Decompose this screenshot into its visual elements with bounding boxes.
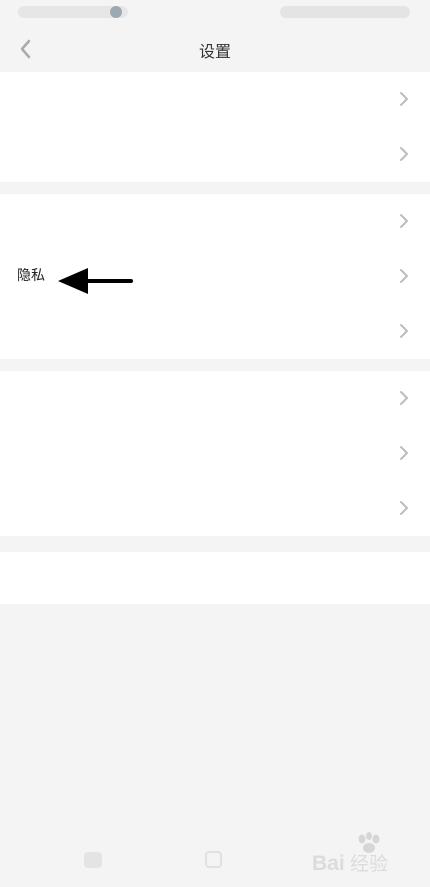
settings-row[interactable] xyxy=(0,426,430,481)
chevron-right-icon xyxy=(400,92,408,106)
settings-row[interactable] xyxy=(0,304,430,359)
nav-home-icon[interactable] xyxy=(205,851,222,868)
settings-row[interactable] xyxy=(0,127,430,182)
page-title: 设置 xyxy=(198,42,231,61)
header-bar: 设置 xyxy=(0,26,430,72)
baidu-jingyan-watermark: Bai 经验 xyxy=(312,832,388,875)
settings-row[interactable] xyxy=(0,371,430,426)
chevron-right-icon xyxy=(400,324,408,338)
settings-row[interactable] xyxy=(0,194,430,249)
nav-back-icon[interactable] xyxy=(84,852,102,868)
logout-button[interactable] xyxy=(0,552,430,604)
paw-icon xyxy=(358,832,380,853)
chevron-right-icon xyxy=(400,391,408,405)
chevron-right-icon xyxy=(400,446,408,460)
status-app-icon xyxy=(110,6,122,18)
status-right-info xyxy=(280,6,410,18)
svg-text:经验: 经验 xyxy=(350,853,388,875)
chevron-right-icon xyxy=(400,501,408,515)
settings-row-label: 隐私 xyxy=(17,268,45,284)
status-bar xyxy=(0,0,430,26)
settings-row[interactable] xyxy=(0,481,430,536)
chevron-right-icon xyxy=(400,214,408,228)
chevron-right-icon xyxy=(400,147,408,161)
chevron-right-icon xyxy=(400,269,408,283)
settings-row[interactable] xyxy=(0,72,430,127)
settings-group-3 xyxy=(0,371,430,536)
settings-group-1 xyxy=(0,72,430,182)
annotation-arrow-icon xyxy=(58,268,133,294)
svg-text:Bai: Bai xyxy=(312,852,345,875)
